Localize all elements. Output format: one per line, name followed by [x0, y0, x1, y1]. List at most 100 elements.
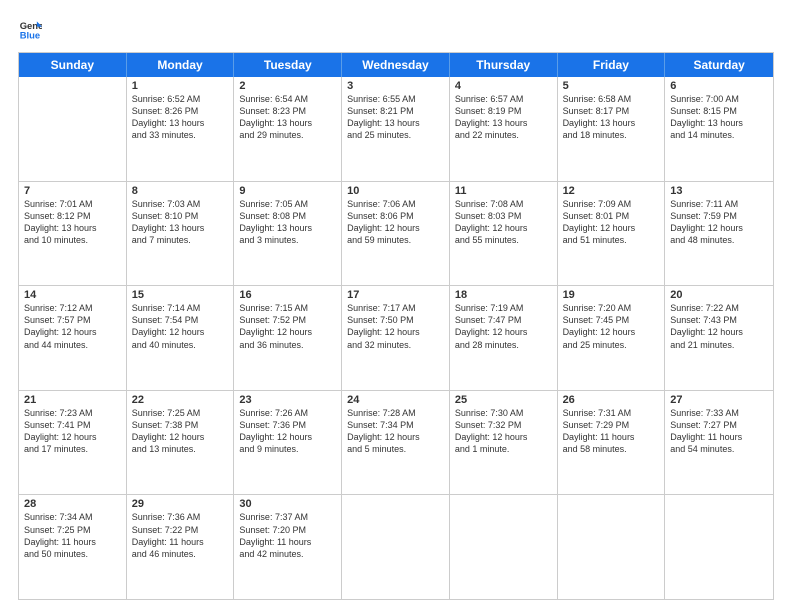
cell-info-line: Daylight: 12 hours — [132, 431, 229, 443]
cell-info-line: Daylight: 13 hours — [239, 117, 336, 129]
weekday-sunday: Sunday — [19, 53, 127, 77]
cell-info-line: Sunrise: 6:57 AM — [455, 93, 552, 105]
cell-info-line: Sunrise: 7:25 AM — [132, 407, 229, 419]
calendar-row-3: 14Sunrise: 7:12 AMSunset: 7:57 PMDayligh… — [19, 286, 773, 391]
cell-info-line: Sunset: 7:54 PM — [132, 314, 229, 326]
cell-info-line: Sunset: 7:34 PM — [347, 419, 444, 431]
cell-info-line: Sunset: 8:17 PM — [563, 105, 660, 117]
svg-text:Blue: Blue — [20, 30, 40, 41]
day-number: 1 — [132, 80, 229, 92]
cell-info-line: Daylight: 11 hours — [239, 536, 336, 548]
cell-info-line: Daylight: 12 hours — [347, 222, 444, 234]
calendar-cell-r1-c5: 4Sunrise: 6:57 AMSunset: 8:19 PMDaylight… — [450, 77, 558, 181]
cell-info-line: Daylight: 12 hours — [239, 431, 336, 443]
calendar-cell-r2-c5: 11Sunrise: 7:08 AMSunset: 8:03 PMDayligh… — [450, 182, 558, 286]
cell-info-line: Sunset: 8:19 PM — [455, 105, 552, 117]
calendar-cell-r1-c6: 5Sunrise: 6:58 AMSunset: 8:17 PMDaylight… — [558, 77, 666, 181]
cell-info-line: Sunrise: 7:22 AM — [670, 302, 768, 314]
calendar-cell-r4-c5: 25Sunrise: 7:30 AMSunset: 7:32 PMDayligh… — [450, 391, 558, 495]
cell-info-line: and 13 minutes. — [132, 443, 229, 455]
calendar-cell-r1-c4: 3Sunrise: 6:55 AMSunset: 8:21 PMDaylight… — [342, 77, 450, 181]
calendar-cell-r5-c4 — [342, 495, 450, 599]
calendar-cell-r1-c3: 2Sunrise: 6:54 AMSunset: 8:23 PMDaylight… — [234, 77, 342, 181]
calendar-cell-r2-c3: 9Sunrise: 7:05 AMSunset: 8:08 PMDaylight… — [234, 182, 342, 286]
calendar-cell-r2-c7: 13Sunrise: 7:11 AMSunset: 7:59 PMDayligh… — [665, 182, 773, 286]
day-number: 27 — [670, 394, 768, 406]
cell-info-line: and 28 minutes. — [455, 339, 552, 351]
cell-info-line: Sunrise: 7:36 AM — [132, 511, 229, 523]
cell-info-line: and 17 minutes. — [24, 443, 121, 455]
calendar-cell-r2-c6: 12Sunrise: 7:09 AMSunset: 8:01 PMDayligh… — [558, 182, 666, 286]
day-number: 22 — [132, 394, 229, 406]
cell-info-line: Sunrise: 6:55 AM — [347, 93, 444, 105]
cell-info-line: Sunrise: 7:05 AM — [239, 198, 336, 210]
cell-info-line: Daylight: 13 hours — [670, 117, 768, 129]
cell-info-line: Sunset: 7:52 PM — [239, 314, 336, 326]
cell-info-line: Sunset: 7:22 PM — [132, 524, 229, 536]
cell-info-line: Sunset: 8:06 PM — [347, 210, 444, 222]
calendar-body: 1Sunrise: 6:52 AMSunset: 8:26 PMDaylight… — [19, 77, 773, 599]
cell-info-line: Daylight: 13 hours — [24, 222, 121, 234]
cell-info-line: and 33 minutes. — [132, 129, 229, 141]
day-number: 2 — [239, 80, 336, 92]
day-number: 11 — [455, 185, 552, 197]
weekday-thursday: Thursday — [450, 53, 558, 77]
cell-info-line: Daylight: 13 hours — [132, 222, 229, 234]
cell-info-line: Daylight: 13 hours — [347, 117, 444, 129]
cell-info-line: Sunset: 8:08 PM — [239, 210, 336, 222]
cell-info-line: and 14 minutes. — [670, 129, 768, 141]
calendar-cell-r1-c1 — [19, 77, 127, 181]
cell-info-line: and 29 minutes. — [239, 129, 336, 141]
day-number: 24 — [347, 394, 444, 406]
cell-info-line: Daylight: 12 hours — [455, 326, 552, 338]
cell-info-line: Sunrise: 7:34 AM — [24, 511, 121, 523]
day-number: 20 — [670, 289, 768, 301]
cell-info-line: Daylight: 12 hours — [239, 326, 336, 338]
calendar-cell-r3-c7: 20Sunrise: 7:22 AMSunset: 7:43 PMDayligh… — [665, 286, 773, 390]
calendar-page: General Blue Sunday Monday Tuesday Wedne… — [0, 0, 792, 612]
cell-info-line: Sunset: 7:43 PM — [670, 314, 768, 326]
weekday-monday: Monday — [127, 53, 235, 77]
calendar-row-5: 28Sunrise: 7:34 AMSunset: 7:25 PMDayligh… — [19, 495, 773, 599]
cell-info-line: Daylight: 12 hours — [347, 431, 444, 443]
cell-info-line: Daylight: 12 hours — [132, 326, 229, 338]
cell-info-line: and 21 minutes. — [670, 339, 768, 351]
cell-info-line: Sunset: 8:12 PM — [24, 210, 121, 222]
cell-info-line: Sunset: 8:23 PM — [239, 105, 336, 117]
cell-info-line: Sunset: 7:45 PM — [563, 314, 660, 326]
cell-info-line: Sunset: 7:29 PM — [563, 419, 660, 431]
cell-info-line: Sunrise: 7:23 AM — [24, 407, 121, 419]
cell-info-line: Sunset: 8:15 PM — [670, 105, 768, 117]
cell-info-line: Sunrise: 7:06 AM — [347, 198, 444, 210]
calendar-cell-r4-c6: 26Sunrise: 7:31 AMSunset: 7:29 PMDayligh… — [558, 391, 666, 495]
cell-info-line: Sunrise: 7:03 AM — [132, 198, 229, 210]
calendar-cell-r3-c2: 15Sunrise: 7:14 AMSunset: 7:54 PMDayligh… — [127, 286, 235, 390]
cell-info-line: Sunset: 8:10 PM — [132, 210, 229, 222]
calendar-cell-r5-c7 — [665, 495, 773, 599]
cell-info-line: and 18 minutes. — [563, 129, 660, 141]
cell-info-line: Sunrise: 6:52 AM — [132, 93, 229, 105]
cell-info-line: Daylight: 11 hours — [563, 431, 660, 443]
cell-info-line: Sunrise: 7:08 AM — [455, 198, 552, 210]
day-number: 7 — [24, 185, 121, 197]
calendar-row-1: 1Sunrise: 6:52 AMSunset: 8:26 PMDaylight… — [19, 77, 773, 182]
cell-info-line: and 3 minutes. — [239, 234, 336, 246]
weekday-saturday: Saturday — [665, 53, 773, 77]
weekday-tuesday: Tuesday — [234, 53, 342, 77]
cell-info-line: and 58 minutes. — [563, 443, 660, 455]
cell-info-line: Daylight: 11 hours — [132, 536, 229, 548]
cell-info-line: Sunrise: 7:11 AM — [670, 198, 768, 210]
cell-info-line: Sunset: 7:59 PM — [670, 210, 768, 222]
cell-info-line: and 48 minutes. — [670, 234, 768, 246]
cell-info-line: Sunrise: 7:01 AM — [24, 198, 121, 210]
cell-info-line: Daylight: 12 hours — [563, 222, 660, 234]
calendar-header: Sunday Monday Tuesday Wednesday Thursday… — [19, 53, 773, 77]
day-number: 5 — [563, 80, 660, 92]
day-number: 30 — [239, 498, 336, 510]
cell-info-line: and 32 minutes. — [347, 339, 444, 351]
cell-info-line: Daylight: 12 hours — [670, 326, 768, 338]
day-number: 13 — [670, 185, 768, 197]
weekday-wednesday: Wednesday — [342, 53, 450, 77]
calendar-cell-r4-c2: 22Sunrise: 7:25 AMSunset: 7:38 PMDayligh… — [127, 391, 235, 495]
day-number: 15 — [132, 289, 229, 301]
